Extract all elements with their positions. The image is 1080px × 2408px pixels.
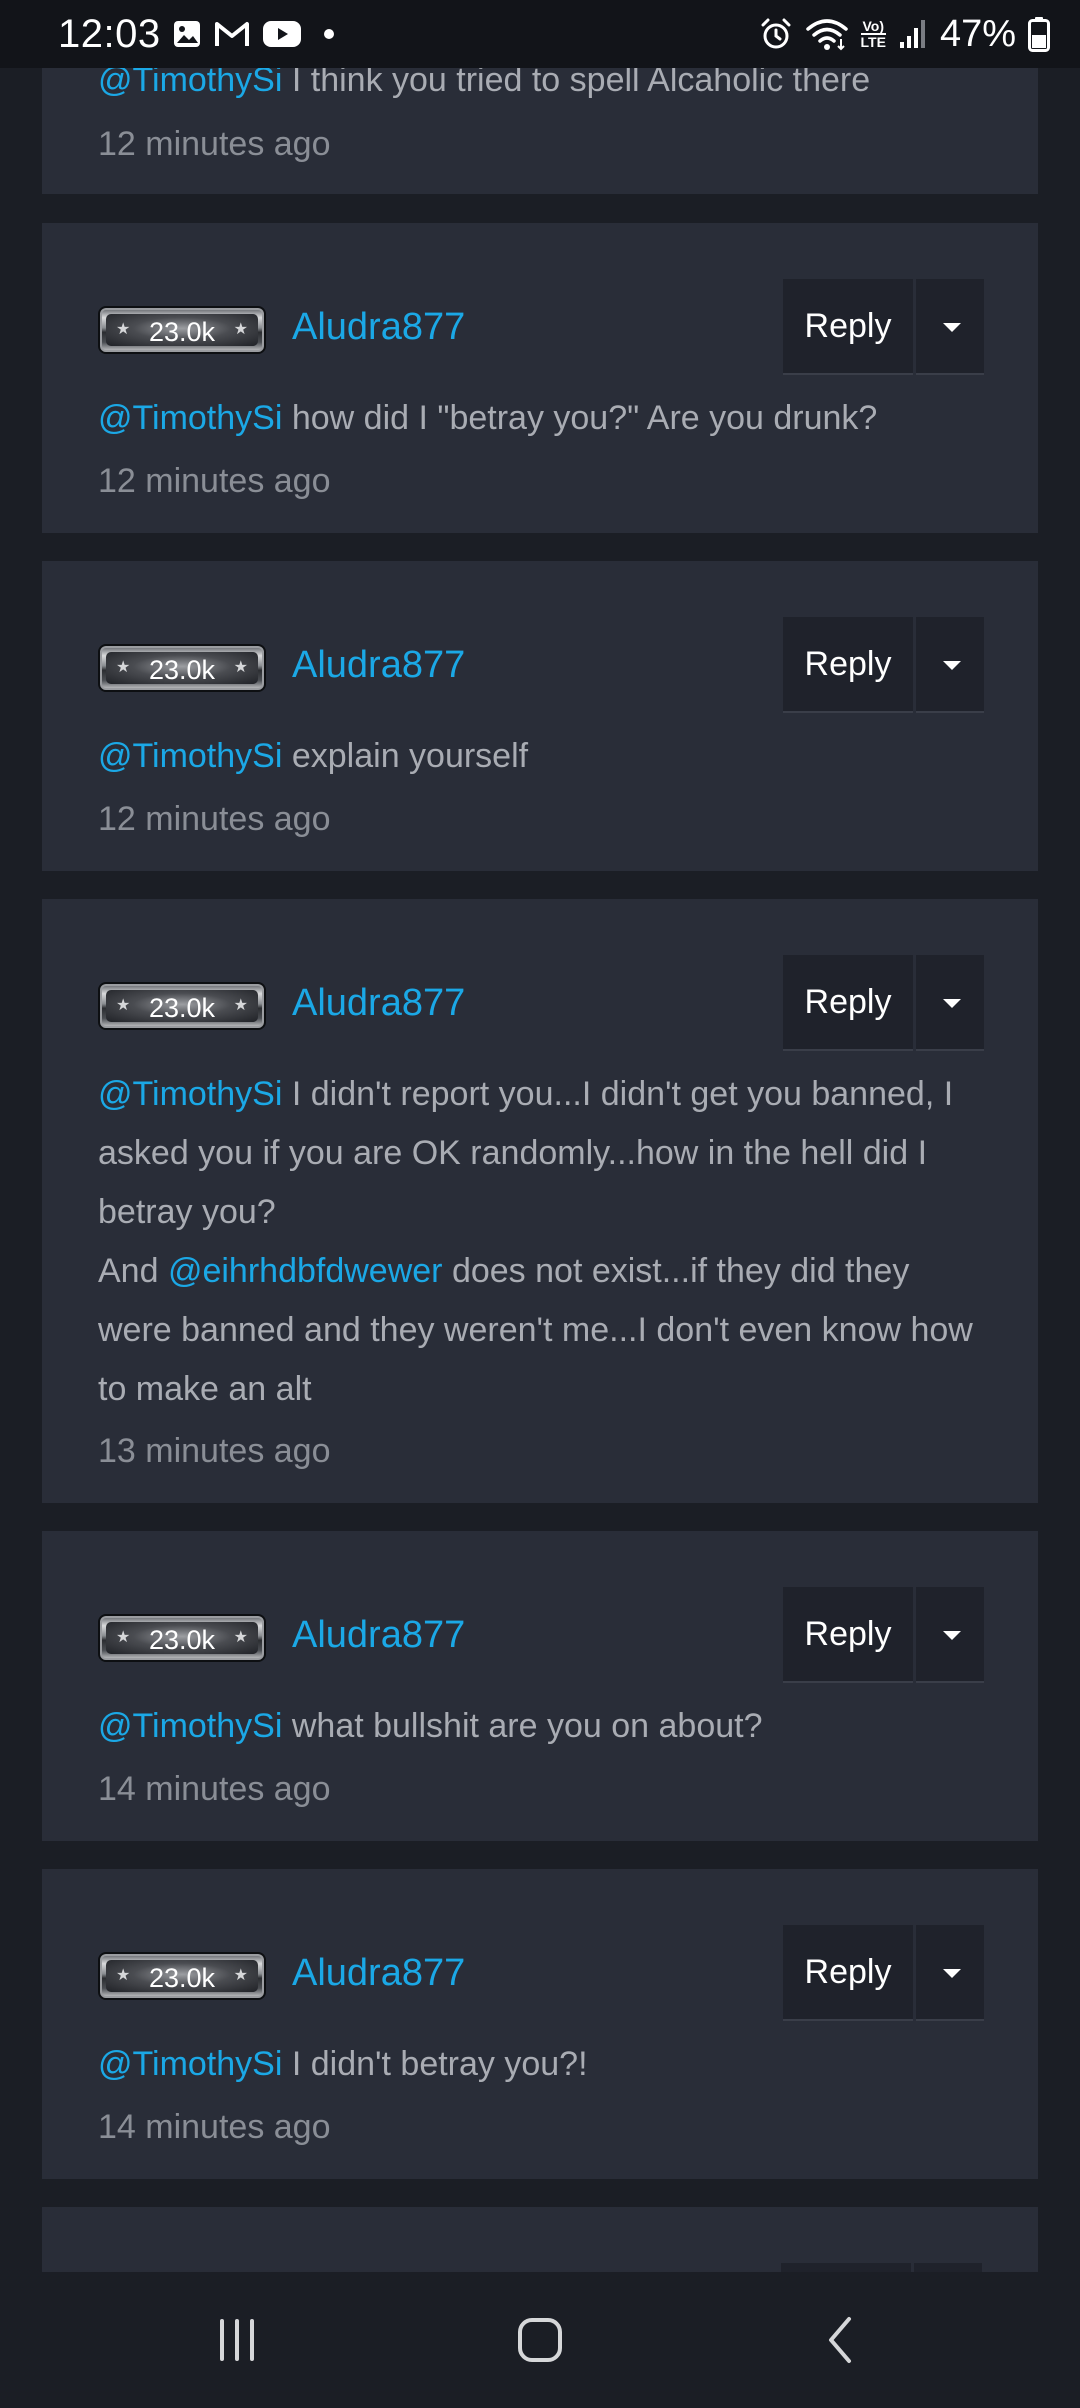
mention-link[interactable]: @TimothySi bbox=[98, 1707, 282, 1745]
recent-apps-icon bbox=[220, 2319, 254, 2361]
battery-icon bbox=[1028, 17, 1050, 52]
reply-dropdown-button[interactable] bbox=[914, 2263, 982, 2272]
star-icon: ★ bbox=[233, 1967, 248, 1984]
comment-header: ★ 23.0k ★ Aludra877 Reply bbox=[98, 279, 984, 375]
comment-timestamp: 14 minutes ago bbox=[98, 2108, 331, 2146]
caret-down-icon bbox=[943, 1631, 961, 1640]
comment-timestamp: 12 minutes ago bbox=[98, 800, 331, 838]
reply-button[interactable]: Reply bbox=[783, 617, 913, 713]
reply-dropdown-button[interactable] bbox=[916, 1587, 984, 1683]
comment-text: @TimothySi I didn't betray you?! bbox=[98, 2035, 984, 2094]
comment-card: ★ 23.0k ★ Aludra877 Reply @TimothySi wha… bbox=[42, 1531, 1038, 1841]
username-link[interactable]: Aludra877 bbox=[292, 1610, 465, 1660]
star-icon: ★ bbox=[233, 1629, 248, 1646]
mention-link[interactable]: @TimothySi bbox=[98, 2045, 282, 2083]
mention-link[interactable]: @TimothySi bbox=[98, 737, 282, 775]
gmail-icon bbox=[215, 22, 249, 46]
username-link[interactable]: Aludra877 bbox=[292, 978, 465, 1028]
comment-text-body: what bullshit are you on about? bbox=[282, 1707, 763, 1745]
comment-text: @TimothySi what bullshit are you on abou… bbox=[98, 1697, 984, 1756]
comment-timestamp: 13 minutes ago bbox=[98, 1432, 331, 1470]
signal-icon bbox=[899, 20, 925, 48]
comment-card: ★ 23.0k ★ Aludra877 Reply @TimothySi I d… bbox=[42, 1869, 1038, 2179]
reply-button[interactable]: Reply bbox=[783, 955, 913, 1051]
battery-percentage: 47% bbox=[939, 13, 1016, 55]
comment-text-prefix: And bbox=[98, 1252, 168, 1290]
home-icon bbox=[518, 2318, 562, 2362]
reply-dropdown-button[interactable] bbox=[916, 1925, 984, 2021]
reply-button-group bbox=[781, 2263, 982, 2272]
comment-card: ★ 23.0k ★ Aludra877 Reply @TimothySi exp… bbox=[42, 561, 1038, 871]
comment-header: ★ 23.0k ★ Aludra877 Reply bbox=[98, 1587, 984, 1683]
comment-header: ★ 23.0k ★ Aludra877 Reply bbox=[98, 955, 984, 1051]
rank-badge: ★ 23.0k ★ bbox=[98, 1952, 266, 2000]
caret-down-icon bbox=[943, 1969, 961, 1978]
back-button[interactable] bbox=[792, 2300, 892, 2380]
caret-down-icon bbox=[943, 323, 961, 332]
reply-button[interactable]: Reply bbox=[783, 1587, 913, 1683]
comment-paragraph: @TimothySi I didn't report you...I didn'… bbox=[98, 1065, 984, 1242]
comment-feed[interactable]: @TimothySi I think you tried to spell Al… bbox=[0, 0, 1080, 2272]
username-link[interactable]: Aludra877 bbox=[292, 640, 465, 690]
star-icon: ★ bbox=[233, 997, 248, 1014]
comment-timestamp: 12 minutes ago bbox=[98, 462, 331, 500]
gallery-icon bbox=[174, 21, 200, 47]
comment-card: ★ 23.0k ★ Aludra877 Reply @TimothySi I d… bbox=[42, 899, 1038, 1503]
comment-header: ★ 23.0k ★ Aludra877 Reply bbox=[98, 617, 984, 713]
star-icon: ★ bbox=[233, 659, 248, 676]
comment-text-body: I didn't betray you?! bbox=[282, 2045, 588, 2083]
mention-link[interactable]: @eihrhdbfdwewer bbox=[168, 1252, 443, 1290]
caret-down-icon bbox=[943, 999, 961, 1008]
rank-badge: ★ 23.0k ★ bbox=[98, 306, 266, 354]
reply-dropdown-button[interactable] bbox=[916, 279, 984, 375]
status-bar: 12:03 Vo) LTE 47% bbox=[0, 0, 1080, 68]
reply-button[interactable]: Reply bbox=[783, 279, 913, 375]
reply-button-group: Reply bbox=[783, 279, 984, 375]
caret-down-icon bbox=[943, 661, 961, 670]
comment-card: ★ 23.0k ★ Aludra877 Reply @TimothySi how… bbox=[42, 223, 1038, 533]
rank-badge: ★ 23.0k ★ bbox=[98, 982, 266, 1030]
reply-button-group: Reply bbox=[783, 955, 984, 1051]
mention-link[interactable]: @TimothySi bbox=[98, 399, 282, 437]
comment-timestamp: 12 minutes ago bbox=[98, 125, 331, 163]
username-link[interactable]: Aludra877 bbox=[292, 1948, 465, 1998]
notification-icons bbox=[172, 16, 334, 52]
reply-button-group: Reply bbox=[783, 617, 984, 713]
notification-dot-icon bbox=[324, 29, 334, 39]
rank-badge: ★ 23.0k ★ bbox=[98, 1614, 266, 1662]
username-link[interactable]: Aludra877 bbox=[292, 302, 465, 352]
recent-apps-button[interactable] bbox=[187, 2300, 287, 2380]
home-button[interactable] bbox=[490, 2300, 590, 2380]
comment-text: @TimothySi how did I "betray you?" Are y… bbox=[98, 389, 984, 448]
reply-dropdown-button[interactable] bbox=[916, 617, 984, 713]
mention-link[interactable]: @TimothySi bbox=[98, 1075, 282, 1113]
reply-dropdown-button[interactable] bbox=[916, 955, 984, 1051]
reply-button[interactable] bbox=[781, 2263, 911, 2272]
comment-text-body: how did I "betray you?" Are you drunk? bbox=[282, 399, 878, 437]
comment-text: @TimothySi I didn't report you...I didn'… bbox=[98, 1065, 984, 1419]
reply-button-group: Reply bbox=[783, 1587, 984, 1683]
comment-text-body: explain yourself bbox=[282, 737, 529, 775]
back-icon bbox=[829, 2317, 851, 2363]
star-icon: ★ bbox=[233, 321, 248, 338]
comment-timestamp: 14 minutes ago bbox=[98, 1770, 331, 1808]
reply-button[interactable]: Reply bbox=[783, 1925, 913, 2021]
comment-header: ★ 23.0k ★ Aludra877 Reply bbox=[98, 1925, 984, 2021]
system-icons: Vo) LTE 47% bbox=[759, 12, 1050, 56]
comment-paragraph: And @eihrhdbfdwewer does not exist...if … bbox=[98, 1242, 984, 1419]
alarm-icon bbox=[761, 18, 791, 49]
status-time: 12:03 bbox=[58, 12, 161, 56]
lte-label: LTE bbox=[860, 33, 886, 50]
youtube-icon bbox=[263, 21, 301, 47]
volte-icon: Vo) LTE bbox=[860, 18, 886, 50]
volte-label: Vo) bbox=[862, 18, 884, 34]
rank-badge: ★ 23.0k ★ bbox=[98, 644, 266, 692]
reply-button-group: Reply bbox=[783, 1925, 984, 2021]
navigation-bar bbox=[0, 2272, 1080, 2408]
wifi-icon bbox=[805, 19, 848, 51]
comment-card bbox=[42, 2207, 1038, 2272]
comment-text: @TimothySi explain yourself bbox=[98, 727, 984, 786]
